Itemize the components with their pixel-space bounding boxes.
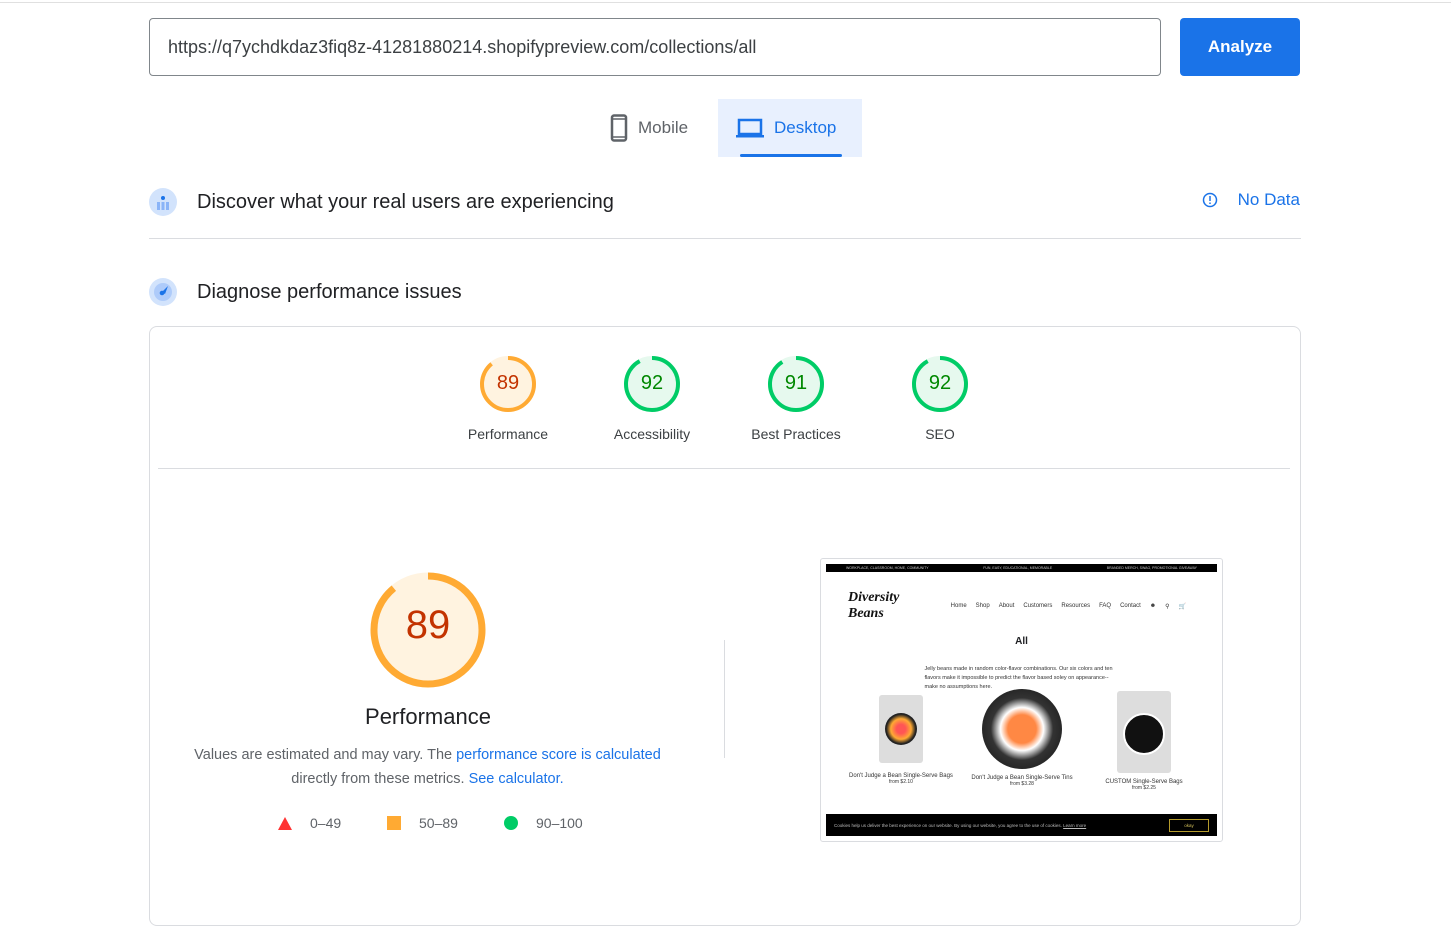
search-icon: ⚲ [1165,603,1170,610]
cart-icon: 🛒 [1178,603,1186,610]
score-label: Performance [467,426,549,442]
score-value: 91 [784,372,808,394]
legend-fail-label: 0–49 [310,815,342,831]
see-calculator-link[interactable]: See calculator. [469,771,564,787]
phone-icon [610,114,628,142]
score-value: 89 [496,372,520,394]
desc-text: Values are estimated and may vary. The [194,747,457,763]
cookie-banner: Cookies help us deliver the best experie… [826,814,1217,836]
product-card: Don't Judge a Bean Single-Serve Tins from… [962,689,1082,787]
vertical-divider [724,640,725,758]
score-label: Best Practices [751,426,841,442]
promo-banner: WORKPLACE, CLASSROOM, HOME, COMMUNITY FUN… [826,564,1217,572]
url-input[interactable]: https://q7ychdkdaz3fiq8z-41281880214.sho… [149,18,1161,76]
lab-data-title: Diagnose performance issues [197,280,462,303]
no-data-label: No Data [1237,190,1300,209]
legend-average-label: 50–89 [419,815,458,831]
tab-desktop-label: Desktop [774,118,837,137]
top-divider [0,2,1451,3]
legend-fail: 0–49 [278,815,341,831]
users-chart-icon [149,188,177,216]
card-divider [158,468,1290,469]
score-gauge-performance[interactable]: 89 Performance [448,354,568,442]
score-label: Accessibility [613,426,691,442]
square-icon [387,816,401,830]
gauge-icon [149,278,177,306]
site-nav: Diversity Beans Home Shop About Customers Re… [848,590,1186,621]
laptop-icon [736,118,764,138]
triangle-icon [278,816,292,830]
site-logo: Diversity Beans [848,590,900,621]
product-card: Don't Judge a Bean Single-Serve Bags from… [841,695,961,785]
legend-pass-label: 90–100 [536,815,583,831]
account-icon: ☻ [1149,603,1157,609]
info-icon [1202,192,1217,208]
lab-data-header: Diagnose performance issues [149,278,462,306]
legend-pass: 90–100 [504,815,583,831]
legend-average: 50–89 [387,815,458,831]
tab-desktop[interactable]: Desktop [718,99,862,157]
section-divider [149,238,1301,239]
no-data-link[interactable]: No Data [1202,190,1300,210]
product-card: CUSTOM Single-Serve Bags from $2.25 [1084,691,1204,791]
desc-text-2: directly from these metrics. [291,771,469,787]
site-heading: All [1015,636,1028,647]
field-data-header: Discover what your real users are experi… [149,188,614,216]
score-gauge-best-practices[interactable]: 91 Best Practices [736,354,856,442]
circle-icon [504,816,518,830]
main-performance-gauge: 89 Performance [300,570,556,730]
analyze-button[interactable]: Analyze [1180,18,1300,76]
site-intro: Jelly beans made in random color-flavor … [924,666,1113,690]
page-screenshot: WORKPLACE, CLASSROOM, HOME, COMMUNITY FUN… [820,558,1223,842]
score-description: Values are estimated and may vary. The p… [180,743,675,791]
main-score-value: 89 [405,603,451,647]
main-score-label: Performance [365,704,491,729]
score-label: SEO [925,426,955,442]
score-value: 92 [928,372,952,394]
score-gauge-seo[interactable]: 92 SEO [880,354,1000,442]
score-gauge-accessibility[interactable]: 92 Accessibility [592,354,712,442]
score-calculated-link[interactable]: performance score is calculated [456,747,661,763]
tab-mobile[interactable]: Mobile [592,99,706,157]
field-data-title: Discover what your real users are experi… [197,190,614,213]
score-value: 92 [640,372,664,394]
tab-mobile-label: Mobile [638,118,689,137]
